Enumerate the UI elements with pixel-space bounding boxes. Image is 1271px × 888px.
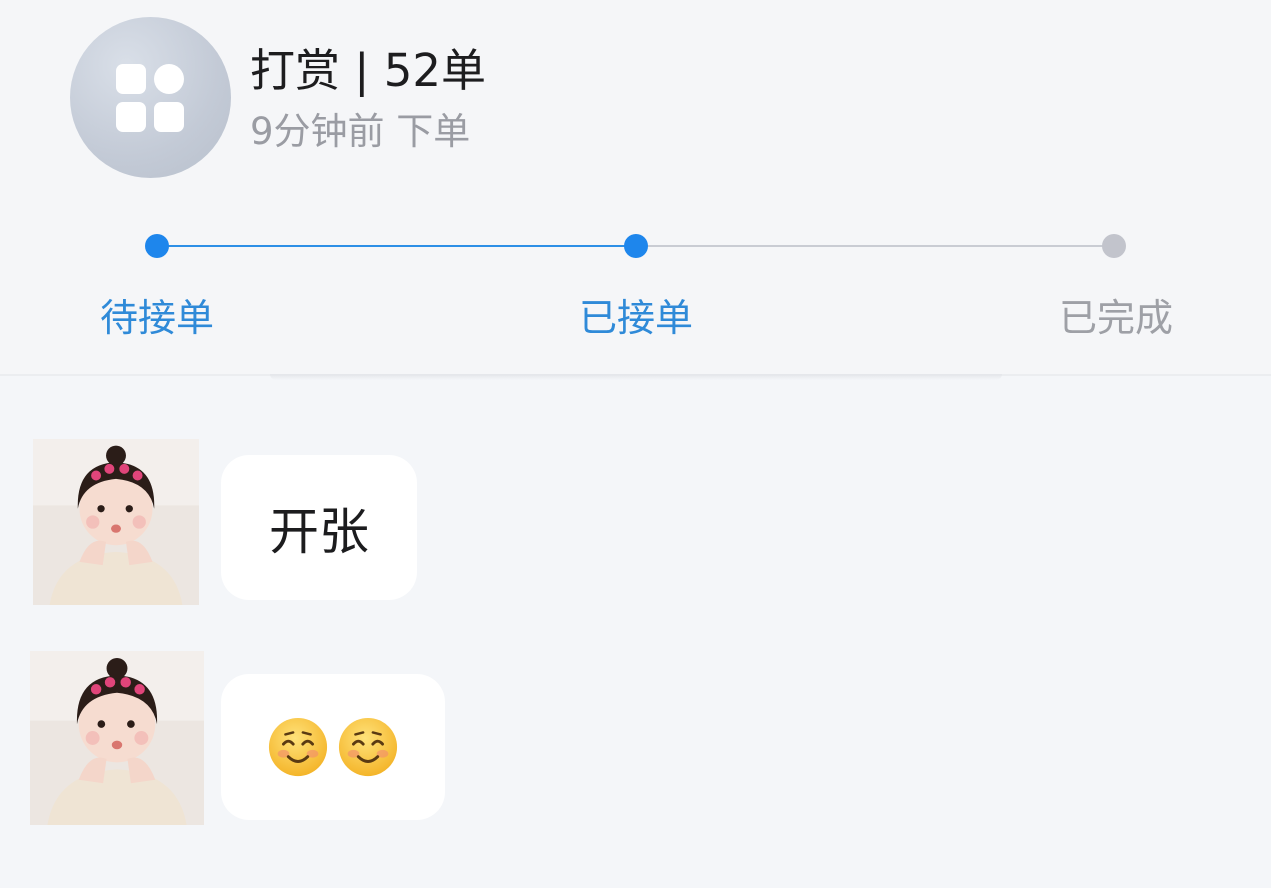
order-title: 打赏 | 52单 bbox=[250, 44, 487, 97]
order-header: 打赏 | 52单 9分钟前 下单 待接单 已接单 已完成 bbox=[0, 0, 1271, 376]
step-label-completed: 已完成 bbox=[1058, 296, 1173, 340]
app-grid-icon[interactable] bbox=[70, 17, 231, 178]
progress-line-done bbox=[157, 245, 636, 247]
grid-square bbox=[154, 102, 184, 132]
message-bubble[interactable] bbox=[221, 674, 445, 820]
user-avatar[interactable] bbox=[30, 651, 204, 825]
smiling-face-icon bbox=[268, 717, 328, 777]
step-dot-pending-accept bbox=[145, 234, 169, 258]
emoji-row bbox=[267, 716, 399, 778]
grid-square bbox=[116, 102, 146, 132]
message-bubble[interactable]: 开张 bbox=[221, 455, 417, 600]
header-shadow bbox=[270, 374, 1002, 380]
order-time: 9分钟前 下单 bbox=[250, 110, 471, 153]
grid-square bbox=[116, 64, 146, 94]
step-label-accepted: 已接单 bbox=[578, 296, 693, 340]
progress-line-pending bbox=[636, 245, 1114, 247]
step-dot-completed bbox=[1102, 234, 1126, 258]
grid-circle bbox=[154, 64, 184, 94]
step-label-pending-accept: 待接单 bbox=[99, 296, 214, 340]
message-text: 开张 bbox=[269, 502, 369, 561]
chat-page: 打赏 | 52单 9分钟前 下单 待接单 已接单 已完成 开张 bbox=[0, 0, 1271, 888]
user-avatar[interactable] bbox=[33, 439, 199, 605]
step-dot-accepted bbox=[624, 234, 648, 258]
smiling-face-icon bbox=[338, 717, 398, 777]
